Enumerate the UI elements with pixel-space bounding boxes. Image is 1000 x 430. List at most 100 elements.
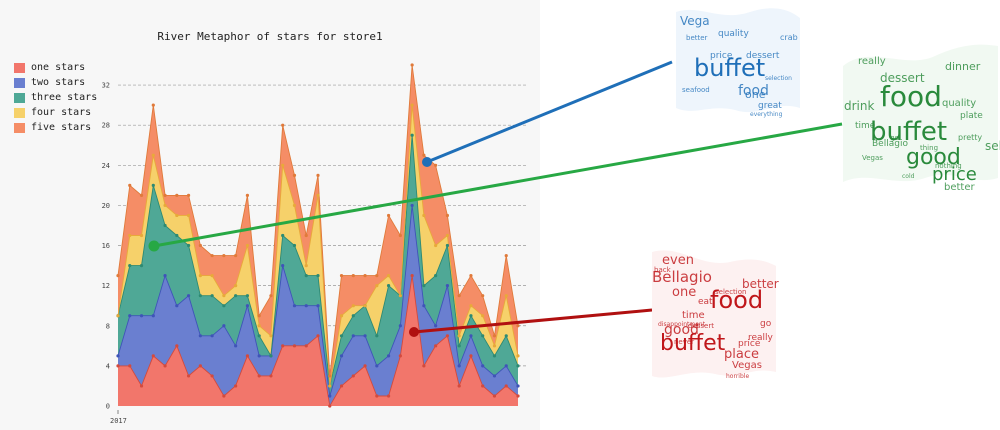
wordcloud-word: quality	[942, 98, 976, 109]
data-point	[386, 213, 391, 218]
wordcloud-word: one	[672, 285, 696, 300]
data-point	[339, 334, 344, 338]
wordcloud-word: really	[748, 333, 774, 343]
y-tick-label: 20	[102, 202, 110, 210]
data-point	[316, 173, 320, 177]
data-point	[386, 284, 391, 288]
connector-dot	[148, 240, 160, 252]
data-point	[363, 364, 367, 368]
data-point	[116, 314, 120, 318]
data-point	[116, 364, 120, 368]
data-point	[139, 193, 144, 197]
wordcloud-word: Vegas	[732, 360, 762, 371]
data-point	[469, 354, 473, 358]
data-point	[469, 314, 473, 318]
data-point	[398, 294, 402, 298]
data-point	[328, 374, 332, 378]
data-point	[457, 344, 461, 348]
data-point	[398, 354, 402, 358]
data-point	[198, 364, 202, 368]
data-point	[245, 354, 250, 358]
wordcloud-word: selection	[985, 139, 1000, 153]
data-point	[292, 344, 297, 348]
wordcloud-green: foodbuffetreallydessertdrink qualitygoodp…	[843, 44, 1000, 193]
data-point	[198, 274, 202, 278]
data-point	[351, 274, 355, 278]
data-point	[481, 294, 485, 298]
data-point	[457, 364, 461, 368]
data-point	[351, 374, 355, 378]
wordcloud-word: better	[742, 277, 779, 291]
data-point	[434, 274, 438, 278]
data-point	[375, 274, 379, 278]
wordcloud-word: dinner	[945, 60, 981, 73]
data-point	[375, 394, 379, 398]
wordcloud-word: back	[654, 266, 672, 274]
y-tick-label: 4	[106, 362, 110, 370]
data-point	[316, 304, 320, 308]
data-point	[386, 354, 391, 358]
data-point	[128, 263, 132, 268]
data-point	[351, 314, 355, 318]
data-point	[269, 334, 273, 338]
data-point	[281, 263, 285, 268]
data-point	[410, 103, 414, 107]
data-point	[163, 364, 167, 368]
data-point	[481, 384, 485, 388]
data-point	[175, 193, 179, 197]
data-point	[339, 274, 344, 278]
data-point	[128, 183, 132, 187]
data-point	[304, 344, 308, 348]
wordcloud-word: dessert	[688, 322, 714, 330]
data-point	[116, 354, 120, 358]
wordcloud-word: thing	[920, 144, 938, 152]
data-point	[304, 263, 308, 268]
data-point	[304, 304, 308, 308]
data-point	[316, 193, 320, 197]
data-point	[504, 253, 508, 258]
data-point	[175, 304, 179, 308]
wordcloud-word: Vegas	[862, 154, 883, 162]
data-point	[492, 354, 497, 358]
data-point	[410, 63, 414, 67]
data-point	[469, 304, 473, 308]
data-point	[151, 314, 155, 318]
data-point	[386, 274, 391, 278]
wordcloud-word: pretty	[958, 133, 982, 142]
wordcloud-word: never	[674, 338, 694, 346]
data-point	[504, 364, 508, 368]
data-point	[351, 304, 355, 308]
connector-dot	[409, 327, 419, 337]
data-point	[269, 374, 273, 378]
data-point	[245, 193, 250, 197]
wordcloud-red: evenBellagioone foodgoodbuffetselectionea…	[652, 250, 779, 380]
data-point	[316, 334, 320, 338]
data-point	[339, 354, 344, 358]
data-point	[492, 334, 497, 338]
wordcloud-word: time	[682, 310, 705, 321]
data-point	[363, 334, 367, 338]
data-point	[410, 203, 414, 208]
y-tick-label: 24	[102, 162, 110, 170]
x-tick-label: 2017	[110, 417, 127, 425]
data-point	[245, 243, 250, 248]
wordcloud-word: horrible	[726, 373, 749, 380]
data-point	[375, 284, 379, 288]
data-point	[186, 294, 191, 298]
data-point	[210, 294, 214, 298]
data-point	[292, 243, 297, 248]
data-point	[516, 364, 520, 368]
wordcloud-word: great	[758, 101, 782, 111]
data-point	[198, 243, 202, 248]
data-point	[457, 384, 461, 388]
data-point	[151, 183, 155, 187]
data-point	[210, 253, 214, 258]
data-point	[504, 334, 508, 338]
data-point	[445, 284, 450, 288]
data-point	[186, 374, 191, 378]
data-point	[222, 253, 226, 258]
data-point	[234, 344, 238, 348]
data-point	[398, 324, 402, 328]
wordcloud-word: dessert	[746, 51, 780, 61]
data-point	[492, 394, 497, 398]
